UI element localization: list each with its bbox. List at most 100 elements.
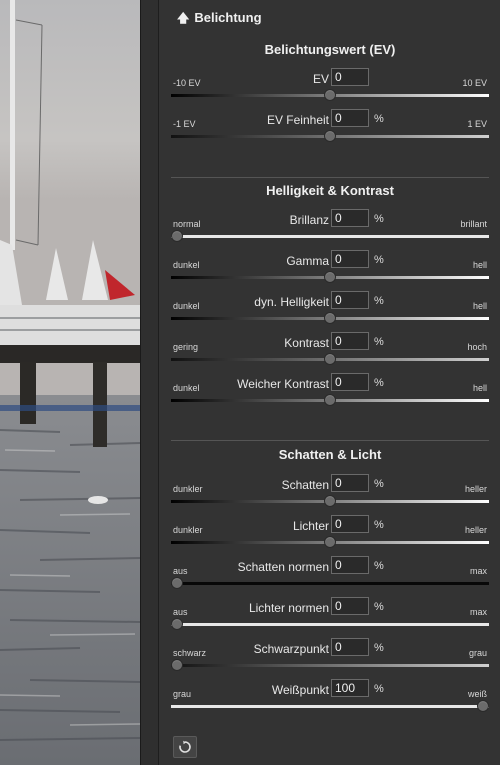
slider-row-ev-feinheit: -1 EV EV Feinheit % 1 EV — [171, 109, 489, 145]
reset-button[interactable] — [173, 736, 197, 758]
slider-row-schwarzpunkt: schwarz Schwarzpunkt % grau — [171, 638, 489, 674]
slider-min-label: dunkel — [173, 260, 200, 270]
slider-max-label: grau — [468, 648, 487, 658]
slider-unit: % — [374, 683, 384, 695]
slider-track[interactable] — [171, 705, 489, 708]
slider-row-lichter-normen: aus Lichter normen % max — [171, 597, 489, 633]
slider-thumb[interactable] — [324, 271, 336, 283]
slider-row-gamma: dunkel Gamma % hell — [171, 250, 489, 286]
slider-min-label: -10 EV — [173, 78, 201, 88]
slider-label: Gamma — [286, 254, 329, 268]
slider-min-label: normal — [173, 219, 201, 229]
photo-preview — [0, 0, 140, 765]
slider-value-input[interactable] — [331, 373, 369, 391]
slider-unit: % — [374, 336, 384, 348]
slider-thumb[interactable] — [171, 618, 183, 630]
divider — [171, 177, 489, 178]
slider-max-label: 10 EV — [462, 78, 487, 88]
slider-row-ev: -10 EV EV 10 EV — [171, 68, 489, 104]
slider-value-input[interactable] — [331, 250, 369, 268]
slider-max-label: hoch — [467, 342, 487, 352]
divider — [171, 440, 489, 441]
slider-min-label: gering — [173, 342, 199, 352]
panel-gutter — [140, 0, 158, 765]
slider-unit: % — [374, 254, 384, 266]
slider-value-input[interactable] — [331, 597, 369, 615]
slider-value-input[interactable] — [331, 68, 369, 86]
slider-thumb[interactable] — [324, 312, 336, 324]
slider-value-input[interactable] — [331, 109, 369, 127]
slider-unit: % — [374, 478, 384, 490]
slider-max-label: brillant — [460, 219, 487, 229]
slider-label: Weißpunkt — [271, 683, 329, 697]
slider-track[interactable] — [171, 664, 489, 667]
slider-max-label: max — [469, 566, 487, 576]
slider-row-schatten-normen: aus Schatten normen % max — [171, 556, 489, 592]
slider-value-input[interactable] — [331, 515, 369, 533]
slider-label: Lichter normen — [248, 601, 329, 615]
slider-row-weißpunkt: grau Weißpunkt % weiß — [171, 679, 489, 715]
slider-unit: % — [374, 295, 384, 307]
slider-min-label: aus — [173, 566, 188, 576]
slider-label: Schatten — [281, 478, 329, 492]
slider-max-label: 1 EV — [467, 119, 487, 129]
slider-value-input[interactable] — [331, 474, 369, 492]
photo-image — [0, 0, 140, 765]
slider-track[interactable] — [171, 623, 489, 626]
slider-unit: % — [374, 601, 384, 613]
slider-label: EV — [312, 72, 329, 86]
slider-min-label: dunkel — [173, 301, 200, 311]
slider-unit: % — [374, 560, 384, 572]
slider-thumb[interactable] — [324, 394, 336, 406]
slider-min-label: -1 EV — [173, 119, 196, 129]
slider-value-input[interactable] — [331, 638, 369, 656]
slider-thumb[interactable] — [324, 536, 336, 548]
slider-value-input[interactable] — [331, 291, 369, 309]
slider-min-label: aus — [173, 607, 188, 617]
slider-label: EV Feinheit — [266, 113, 329, 127]
slider-value-input[interactable] — [331, 209, 369, 227]
slider-value-input[interactable] — [331, 679, 369, 697]
slider-thumb[interactable] — [477, 700, 489, 712]
section-title-brightness-contrast: Helligkeit & Kontrast — [266, 183, 394, 198]
slider-unit: % — [374, 213, 384, 225]
slider-max-label: heller — [464, 484, 487, 494]
slider-thumb[interactable] — [171, 230, 183, 242]
panel-header[interactable]: 🡅 Belichtung — [177, 9, 262, 30]
slider-unit: % — [374, 377, 384, 389]
reset-icon — [179, 740, 191, 753]
slider-min-label: dunkler — [173, 484, 203, 494]
slider-min-label: dunkler — [173, 525, 203, 535]
slider-label: dyn. Helligkeit — [254, 295, 329, 309]
slider-label: Schatten normen — [237, 560, 329, 574]
slider-unit: % — [374, 642, 384, 654]
arrow-up-icon: 🡅 — [177, 11, 190, 25]
slider-max-label: hell — [472, 260, 487, 270]
section-title-shadows-lights: Schatten & Licht — [278, 447, 382, 462]
slider-thumb[interactable] — [171, 577, 183, 589]
slider-thumb[interactable] — [324, 89, 336, 101]
slider-max-label: max — [469, 607, 487, 617]
slider-thumb[interactable] — [324, 353, 336, 365]
slider-row-dyn-helligkeit: dunkel dyn. Helligkeit % hell — [171, 291, 489, 327]
slider-track[interactable] — [171, 235, 489, 238]
slider-max-label: weiß — [467, 689, 487, 699]
slider-label: Kontrast — [284, 336, 329, 350]
slider-label: Brillanz — [289, 213, 329, 227]
slider-row-kontrast: gering Kontrast % hoch — [171, 332, 489, 368]
slider-label: Schwarzpunkt — [253, 642, 329, 656]
slider-value-input[interactable] — [331, 556, 369, 574]
slider-thumb[interactable] — [171, 659, 183, 671]
slider-value-input[interactable] — [331, 332, 369, 350]
slider-max-label: heller — [464, 525, 487, 535]
slider-thumb[interactable] — [324, 130, 336, 142]
slider-label: Lichter — [292, 519, 329, 533]
slider-row-brillanz: normal Brillanz % brillant — [171, 209, 489, 245]
slider-row-lichter: dunkler Lichter % heller — [171, 515, 489, 551]
slider-unit: % — [374, 519, 384, 531]
slider-thumb[interactable] — [324, 495, 336, 507]
slider-min-label: grau — [173, 689, 192, 699]
slider-max-label: hell — [472, 301, 487, 311]
slider-row-schatten: dunkler Schatten % heller — [171, 474, 489, 510]
slider-track[interactable] — [171, 582, 489, 585]
